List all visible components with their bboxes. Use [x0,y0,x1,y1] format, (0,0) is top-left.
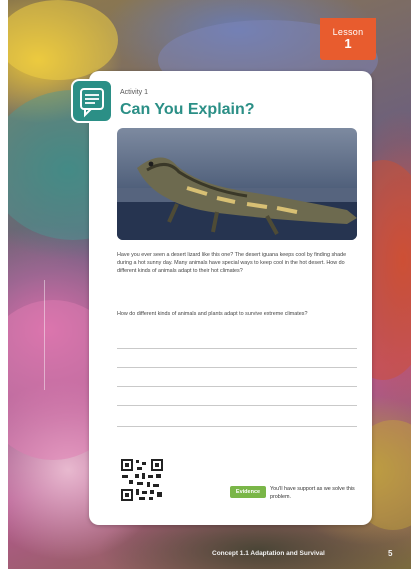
intro-paragraph: Have you ever seen a desert lizard like … [117,252,347,275]
page-number: 5 [388,549,393,558]
page: Lesson 1 Activity 1 Can You Explain? Hav… [0,0,411,569]
speech-bubble-lines-icon [71,79,113,123]
unit-footer: Concept 1.1 Adaptation and Survival [212,550,325,557]
margin-rule [44,280,45,390]
activity-kicker: Activity 1 [120,89,149,96]
qr-code [120,458,164,502]
lesson-number: 1 [344,36,352,51]
evidence-button[interactable]: Evidence [230,486,266,498]
answer-line [117,405,357,406]
answer-line [117,348,357,349]
answer-line [117,367,357,368]
question-paragraph: How do different kinds of animals and pl… [117,311,308,317]
answer-line [117,426,357,427]
answer-line [117,386,357,387]
lizard-photo [117,128,357,240]
activity-title: Can You Explain? [120,101,255,118]
lesson-badge: Lesson 1 [320,18,376,60]
lesson-label: Lesson [332,27,364,37]
evidence-note: You'll have support as we solve this pro… [270,486,355,500]
